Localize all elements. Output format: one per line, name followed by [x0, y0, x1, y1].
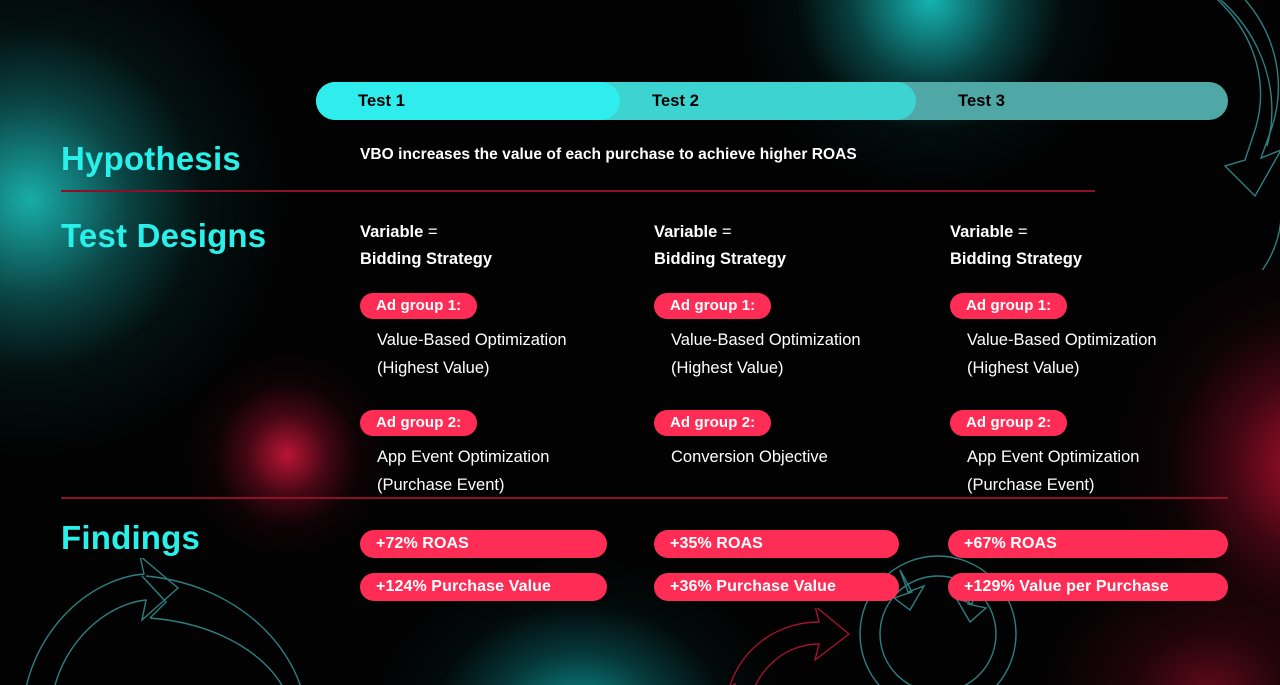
- ad-group-description-line: Value-Based Optimization: [671, 331, 861, 349]
- findings-column-test-2: +35% ROAS +36% Purchase Value: [654, 530, 954, 601]
- variable-equals: =: [1017, 223, 1028, 241]
- ad-group-description-line: (Purchase Event): [967, 476, 1095, 494]
- ad-group-description: Conversion Objective: [654, 443, 954, 471]
- ad-group-description-line: (Highest Value): [377, 359, 490, 377]
- section-title-test-designs: Test Designs: [61, 217, 267, 254]
- finding-badge: +35% ROAS: [654, 530, 899, 558]
- tab-test-1-label: Test 1: [358, 91, 406, 110]
- ad-group-block: Ad group 1: Value-Based Optimization (Hi…: [950, 293, 1250, 382]
- ad-group-block: Ad group 2: App Event Optimization (Purc…: [950, 410, 1250, 499]
- circular-arrow-bottom-left-icon: [25, 558, 301, 685]
- section-title-hypothesis: Hypothesis: [61, 140, 241, 177]
- finding-badge: +72% ROAS: [360, 530, 607, 558]
- ad-group-block: Ad group 1: Value-Based Optimization (Hi…: [654, 293, 954, 382]
- ad-group-pill: Ad group 2:: [654, 410, 772, 436]
- findings-column-test-1: +72% ROAS +124% Purchase Value: [360, 530, 660, 601]
- tab-test-3-label: Test 3: [958, 91, 1006, 110]
- ad-group-description: Value-Based Optimization (Highest Value): [950, 326, 1250, 382]
- variable-value: Bidding Strategy: [950, 250, 1083, 268]
- circular-arrow-bottom-center-icon: [729, 608, 851, 685]
- finding-badge: +36% Purchase Value: [654, 573, 899, 601]
- finding-badge: +129% Value per Purchase: [948, 573, 1228, 601]
- variable-value: Bidding Strategy: [654, 250, 787, 268]
- slide-canvas: Test 3 Test 2 Test 1 Hypothesis Test Des…: [0, 0, 1280, 685]
- ad-group-description: Value-Based Optimization (Highest Value): [654, 326, 954, 382]
- variable-heading-line-1: Variable =: [950, 219, 1250, 246]
- variable-label: Variable: [654, 223, 718, 241]
- ad-group-block: Ad group 2: Conversion Objective: [654, 410, 954, 471]
- tab-test-1[interactable]: Test 1: [316, 82, 620, 120]
- section-title-findings: Findings: [61, 519, 201, 556]
- variable-label: Variable: [950, 223, 1014, 241]
- design-column-test-2: Variable = Bidding Strategy Ad group 1: …: [654, 219, 954, 471]
- ad-group-pill: Ad group 2:: [950, 410, 1068, 436]
- design-column-test-1: Variable = Bidding Strategy Ad group 1: …: [360, 219, 660, 499]
- ad-group-pill: Ad group 1:: [360, 293, 478, 319]
- finding-badge: +124% Purchase Value: [360, 573, 607, 601]
- ad-group-description-line: (Highest Value): [671, 359, 784, 377]
- ad-group-description-line: (Highest Value): [967, 359, 1080, 377]
- variable-equals: =: [427, 223, 438, 241]
- ad-group-description-line: Conversion Objective: [671, 448, 828, 466]
- design-column-test-3: Variable = Bidding Strategy Ad group 1: …: [950, 219, 1250, 499]
- ad-group-pill: Ad group 2:: [360, 410, 478, 436]
- ad-group-pill: Ad group 1:: [654, 293, 772, 319]
- ad-group-description-line: App Event Optimization: [967, 448, 1140, 466]
- finding-badge: +67% ROAS: [948, 530, 1228, 558]
- variable-label: Variable: [360, 223, 424, 241]
- ad-group-description: Value-Based Optimization (Highest Value): [360, 326, 660, 382]
- divider-hypothesis: [61, 190, 1095, 192]
- ad-group-description: App Event Optimization (Purchase Event): [360, 443, 660, 499]
- variable-heading-line-1: Variable =: [654, 219, 954, 246]
- variable-equals: =: [721, 223, 732, 241]
- ad-group-description-line: Value-Based Optimization: [967, 331, 1157, 349]
- ad-group-block: Ad group 1: Value-Based Optimization (Hi…: [360, 293, 660, 382]
- hypothesis-statement: VBO increases the value of each purchase…: [360, 146, 857, 163]
- ad-group-description: App Event Optimization (Purchase Event): [950, 443, 1250, 499]
- variable-value: Bidding Strategy: [360, 250, 493, 268]
- ad-group-pill: Ad group 1:: [950, 293, 1068, 319]
- ad-group-description-line: Value-Based Optimization: [377, 331, 567, 349]
- variable-heading-line-1: Variable =: [360, 219, 660, 246]
- findings-column-test-3: +67% ROAS +129% Value per Purchase: [948, 530, 1248, 601]
- tab-test-2-label: Test 2: [652, 91, 700, 110]
- ad-group-description-line: (Purchase Event): [377, 476, 505, 494]
- ad-group-block: Ad group 2: App Event Optimization (Purc…: [360, 410, 660, 499]
- test-tab-bar[interactable]: Test 3 Test 2 Test 1: [316, 82, 1228, 120]
- ad-group-description-line: App Event Optimization: [377, 448, 550, 466]
